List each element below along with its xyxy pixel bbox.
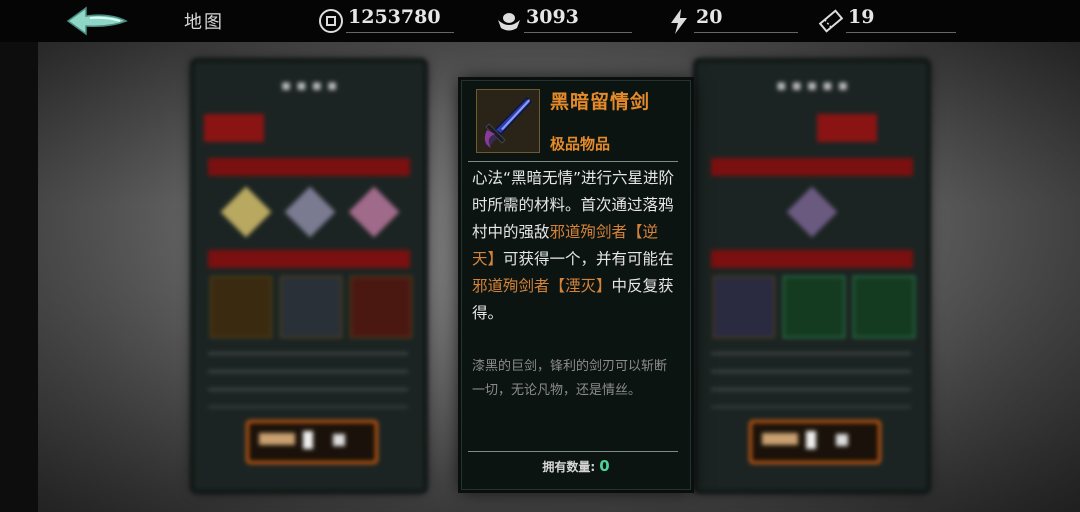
left-drop-band: [208, 250, 410, 268]
left-edge: [0, 40, 38, 512]
bottom-divider: [468, 451, 678, 452]
left-panel-tabs: [204, 114, 414, 142]
right-drop-slot-2[interactable]: [783, 276, 845, 338]
coins-value: 1253780: [348, 6, 441, 28]
right-enemy-band: [711, 158, 913, 176]
effect-seg-4-enemy-name: 邪道殉剑者【湮灭】: [472, 277, 612, 295]
ticket-icon: [818, 9, 844, 33]
owned-label: 拥有数量:: [542, 460, 596, 474]
right-tab-1[interactable]: [743, 114, 803, 142]
sword-icon: [484, 96, 533, 148]
energy-underline: [694, 32, 798, 33]
top-bar: 地图 1253780 3093 20 19: [0, 0, 1080, 42]
right-drop-slot-1[interactable]: [713, 276, 775, 338]
back-arrow-icon: [66, 6, 128, 36]
right-panel-description: [711, 352, 911, 408]
item-name: 黑暗留情剑: [550, 91, 651, 113]
owned-count-row: 拥有数量: 0: [462, 457, 690, 475]
left-tab-2[interactable]: [276, 114, 336, 142]
ingots-counter: 3093: [496, 6, 636, 34]
left-drop-slot-2[interactable]: [280, 276, 342, 338]
right-drop-band: [711, 250, 913, 268]
right-enemy-portrait[interactable]: [786, 186, 838, 238]
owned-count: 0: [599, 457, 610, 475]
top-divider: [468, 161, 678, 162]
tickets-underline: [846, 32, 956, 33]
lightning-icon: [671, 9, 687, 34]
energy-counter: 20: [666, 6, 806, 34]
left-tab-1[interactable]: [204, 114, 264, 142]
left-enemy-portrait-1[interactable]: [220, 186, 272, 238]
right-panel-tabs: [707, 114, 917, 142]
coin-icon: [319, 9, 343, 33]
right-panel-title: ▪ ▪ ▪ ▪ ▪: [776, 76, 848, 94]
right-tab-2[interactable]: [817, 114, 877, 142]
item-icon-slot[interactable]: [476, 89, 540, 153]
right-panel[interactable]: ▪ ▪ ▪ ▪ ▪: [697, 62, 927, 490]
page-title: 地图: [184, 12, 224, 33]
ingots-value: 3093: [526, 6, 579, 28]
effect-seg-3: 可获得一个，并有可能在: [503, 250, 674, 268]
item-flavor-text: 漆黑的巨剑，锋利的剑刃可以斩断一切，无论凡物，还是情丝。: [472, 359, 668, 398]
item-effect-text: 心法“黑暗无情”进行六星进阶时所需的材料。首次通过落鸦村中的强敌邪道殉剑者【逆天…: [472, 165, 678, 327]
left-tab-3[interactable]: [348, 114, 408, 142]
coins-underline: [346, 32, 454, 33]
tickets-value: 19: [848, 6, 875, 28]
right-drop-slot-3[interactable]: [853, 276, 915, 338]
left-panel-title: ▪ ▪ ▪ ▪: [280, 76, 338, 94]
left-enemy-portrait-3[interactable]: [348, 186, 400, 238]
ingot-icon: [498, 13, 520, 31]
coins-counter: 1253780: [318, 6, 458, 34]
left-drop-slot-3[interactable]: [350, 276, 412, 338]
left-enemy-portrait-2[interactable]: [284, 186, 336, 238]
right-challenge-button[interactable]: [749, 420, 881, 464]
item-detail-popup: 黑暗留情剑 极品物品 心法“黑暗无情”进行六星进阶时所需的材料。首次通过落鸦村中…: [461, 80, 691, 490]
left-panel[interactable]: ▪ ▪ ▪ ▪: [194, 62, 424, 490]
left-panel-description: [208, 352, 408, 408]
item-grade: 极品物品: [550, 135, 611, 153]
left-enemy-band: [208, 158, 410, 176]
back-button[interactable]: [64, 5, 130, 37]
ingots-underline: [524, 32, 632, 33]
left-challenge-button[interactable]: [246, 420, 378, 464]
left-drop-slot-1[interactable]: [210, 276, 272, 338]
energy-value: 20: [696, 6, 723, 28]
tickets-counter: 19: [818, 6, 958, 34]
